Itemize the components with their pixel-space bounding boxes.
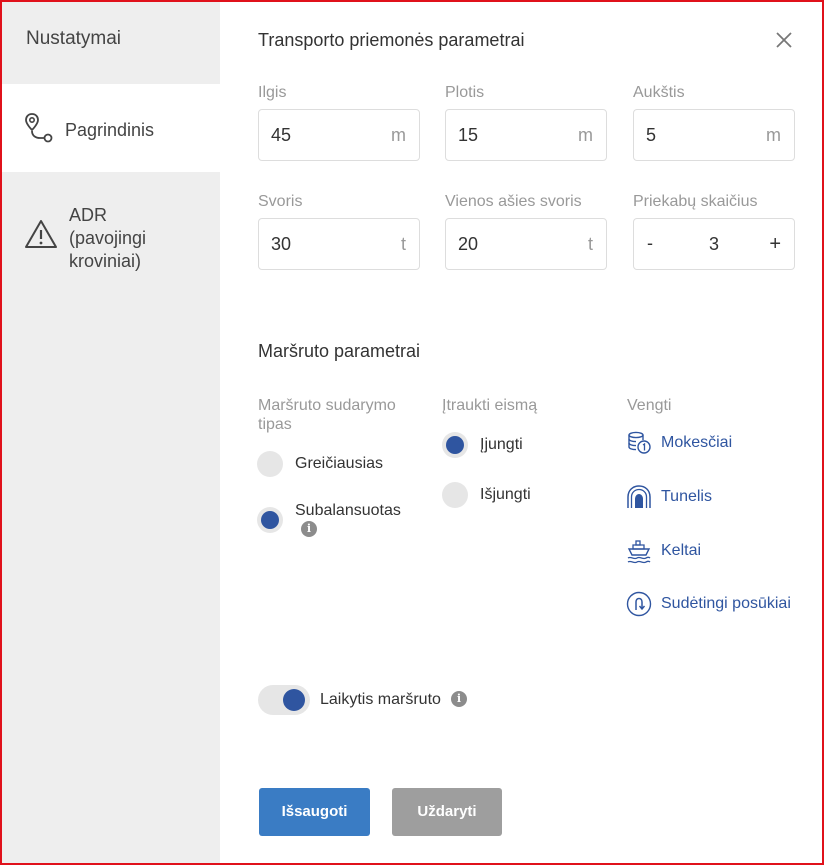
length-unit: m [391,125,406,145]
ferry-icon [627,540,651,564]
axle-weight-field[interactable]: 20 t [445,218,607,270]
warning-triangle-icon [25,220,57,248]
settings-panel: Transporto priemonės parametrai Ilgis 45… [220,2,822,863]
follow-route-label: Laikytis maršruto [320,691,441,708]
avoid-tolls[interactable]: Mokesčiai [626,430,732,456]
weight-unit: t [400,234,406,254]
route-type-label: Maršruto sudarymo tipas [258,397,396,433]
width-value: 15 [458,125,479,145]
width-unit: m [578,125,593,145]
radio-fastest[interactable] [257,451,283,477]
radio-traffic-on-label: Įjungti [480,436,523,453]
trailers-label: Priekabų skaičius [633,193,758,210]
width-field[interactable]: 15 m [445,109,607,161]
axle-weight-label: Vienos ašies svoris [445,193,582,210]
toll-coins-icon [628,431,651,454]
avoid-tunnel-label: Tunelis [661,488,712,505]
avoid-difficult-turns-label: Sudėtingi posūkiai [661,595,791,612]
sidebar-title: Nustatymai [26,28,122,49]
traffic-label: Įtraukti eismą [442,397,538,414]
u-turn-icon [626,591,652,617]
info-icon[interactable]: i [451,691,467,707]
avoid-ferries[interactable]: Keltai [626,538,701,564]
length-field[interactable]: 45 m [258,109,420,161]
weight-value: 30 [271,234,292,254]
length-label: Ilgis [258,84,287,101]
height-unit: m [766,125,781,145]
save-button[interactable]: Išsaugoti [259,788,370,836]
route-params-title: Maršruto parametrai [258,341,421,361]
radio-traffic-off-label: Išjungti [480,486,531,503]
sidebar-item-label: Pagrindinis [65,120,155,140]
close-icon[interactable] [774,30,794,50]
height-value: 5 [646,125,657,145]
height-label: Aukštis [633,84,685,101]
weight-label: Svoris [258,193,303,210]
avoid-tolls-label: Mokesčiai [661,434,733,451]
radio-traffic-off[interactable] [442,482,468,508]
follow-route-toggle[interactable] [258,685,310,715]
avoid-label: Vengti [627,397,672,414]
avoid-tunnel[interactable]: Tunelis [626,484,712,510]
sidebar-item-adr[interactable]: ADR (pavojingi kroviniai) [2,172,220,282]
sidebar: Nustatymai Pagrindinis ADR (pavojingi kr… [2,2,220,863]
width-label: Plotis [445,84,485,101]
axle-weight-unit: t [587,234,593,254]
route-pin-icon [25,113,53,143]
trailers-stepper: - 3 + [633,218,795,270]
toggle-knob [283,689,305,711]
tunnel-icon [627,485,651,508]
info-icon[interactable]: i [301,521,317,537]
length-value: 45 [271,125,292,145]
avoid-difficult-turns[interactable]: Sudėtingi posūkiai [626,591,791,617]
increment-button[interactable]: + [769,233,781,256]
radio-traffic-on[interactable] [442,432,468,458]
weight-field[interactable]: 30 t [258,218,420,270]
height-field[interactable]: 5 m [633,109,795,161]
radio-balanced-label: Subalansuotas [295,502,401,519]
sidebar-item-label: ADR (pavojingi kroviniai) [69,205,147,271]
axle-weight-value: 20 [458,234,479,254]
radio-balanced[interactable] [257,507,283,533]
avoid-ferries-label: Keltai [661,542,702,559]
sidebar-item-pagrindinis[interactable]: Pagrindinis [2,84,220,172]
vehicle-params-title: Transporto priemonės parametrai [258,30,525,50]
close-button[interactable]: Uždaryti [392,788,502,836]
radio-fastest-label: Greičiausias [295,455,384,472]
